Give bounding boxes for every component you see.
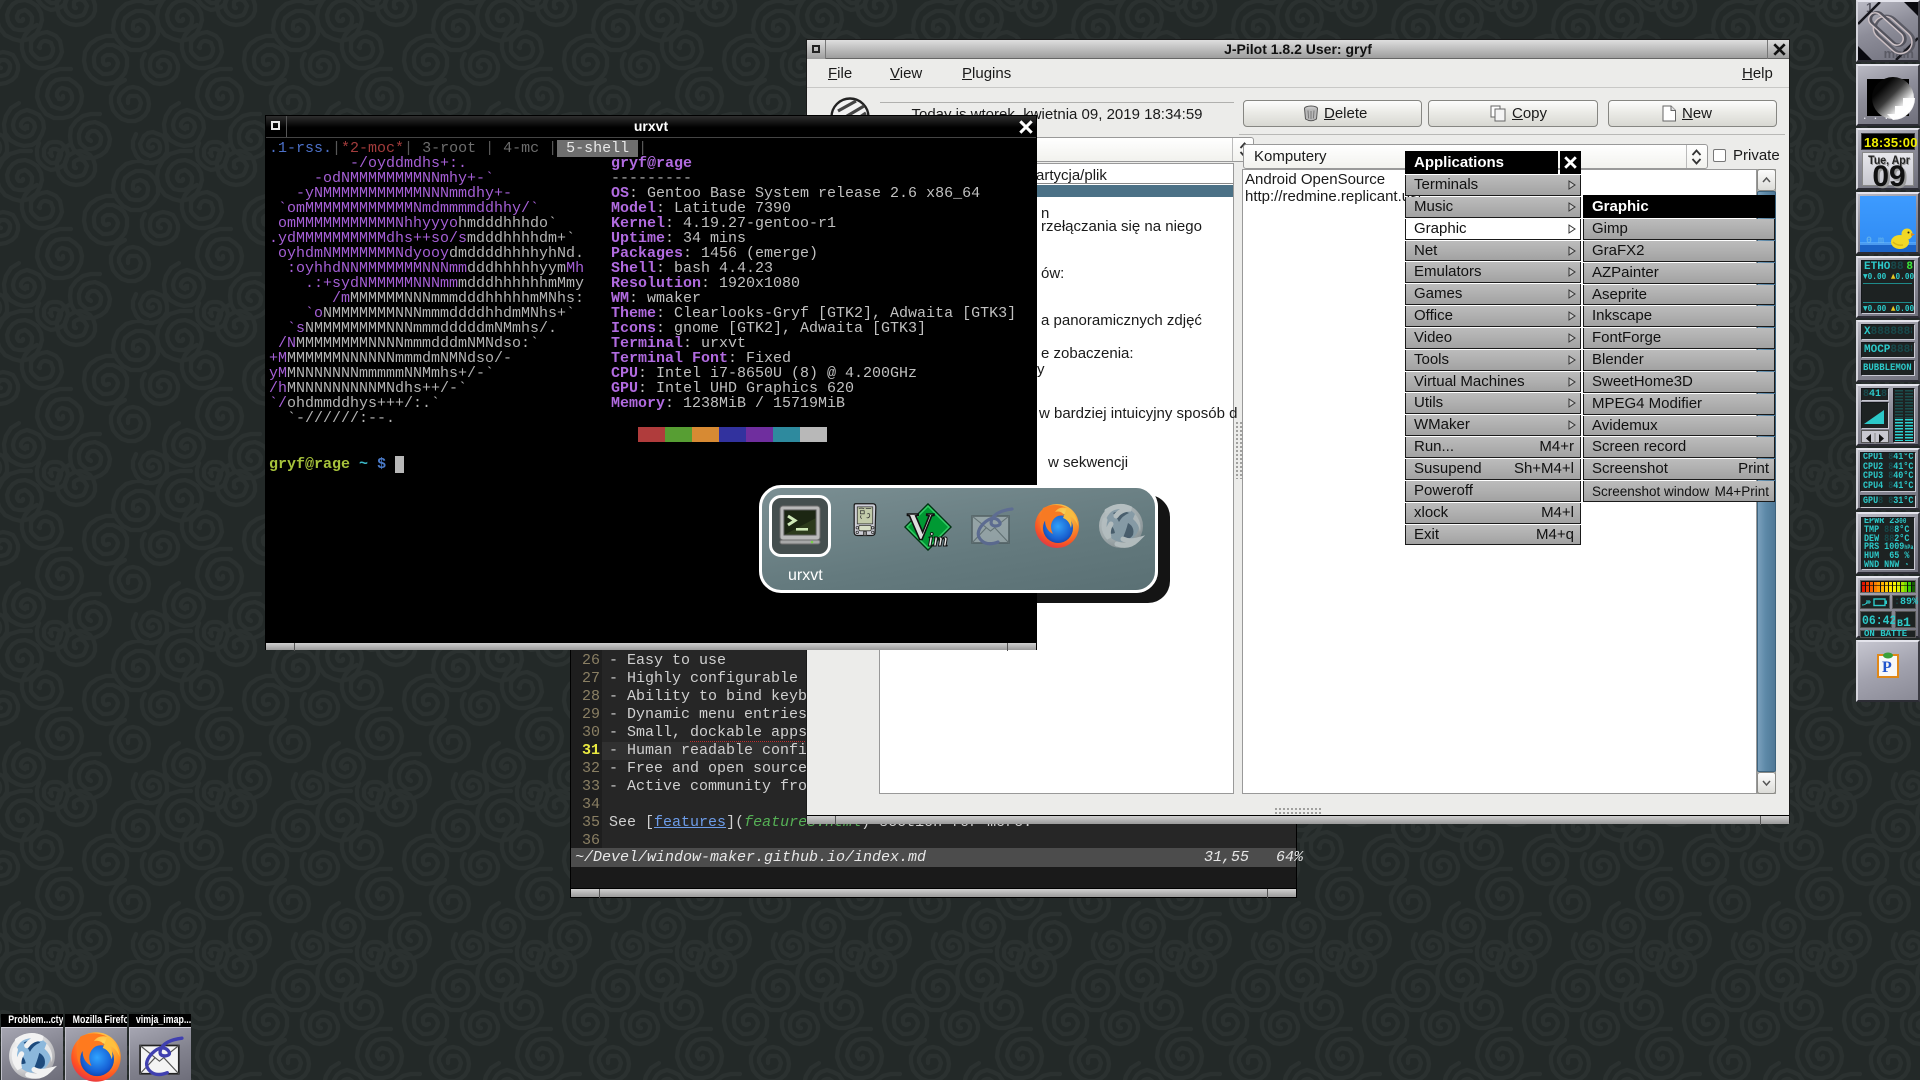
svg-text:P: P xyxy=(1882,659,1892,676)
svg-text:im: im xyxy=(928,530,948,551)
